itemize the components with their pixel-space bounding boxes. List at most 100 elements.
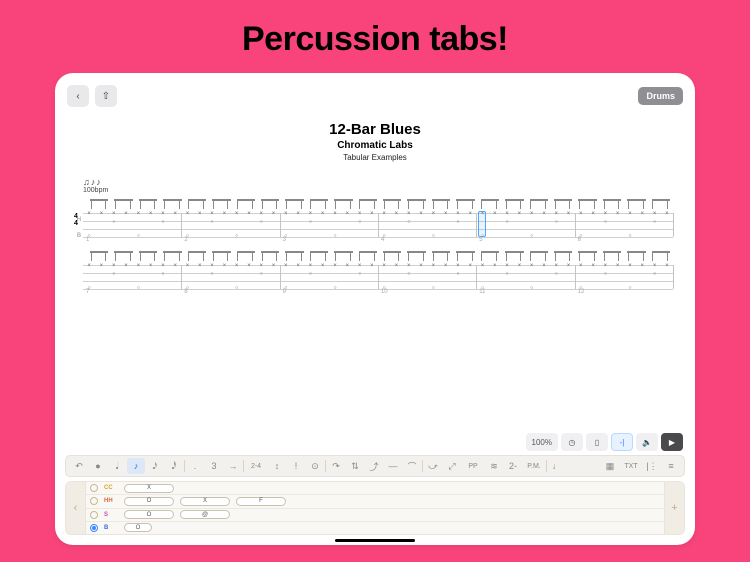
hihat-note[interactable]: × bbox=[542, 211, 546, 217]
hihat-note[interactable]: × bbox=[321, 211, 325, 217]
toolbar-item[interactable]: ⤻ bbox=[424, 458, 442, 474]
hihat-note[interactable]: × bbox=[468, 211, 472, 217]
note-pill[interactable]: O bbox=[124, 497, 174, 506]
hihat-note[interactable]: × bbox=[407, 263, 411, 269]
kick-note[interactable]: ○ bbox=[137, 233, 140, 239]
note-pill[interactable]: O bbox=[124, 510, 174, 519]
editor-add-lane[interactable]: + bbox=[664, 482, 684, 534]
drum-lane-s[interactable]: SO@ bbox=[86, 509, 664, 522]
clock-icon[interactable]: ◷ bbox=[561, 433, 583, 451]
hihat-note[interactable]: × bbox=[665, 263, 669, 269]
hihat-note[interactable]: × bbox=[419, 211, 423, 217]
share-button[interactable]: ⇧ bbox=[95, 85, 117, 107]
hihat-note[interactable]: × bbox=[530, 263, 534, 269]
drum-lane-hh[interactable]: HHOXF bbox=[86, 495, 664, 508]
toolbar-item[interactable]: ⤴ bbox=[365, 458, 383, 474]
hihat-note[interactable]: × bbox=[665, 211, 669, 217]
snare-note[interactable]: ○ bbox=[653, 271, 656, 277]
snare-note[interactable]: ○ bbox=[506, 219, 509, 225]
hihat-note[interactable]: × bbox=[309, 211, 313, 217]
toolbar-item[interactable]: 𝅘𝅥𝅯 bbox=[146, 458, 164, 474]
snare-note[interactable]: ○ bbox=[456, 219, 459, 225]
hihat-note[interactable]: × bbox=[554, 263, 558, 269]
hihat-note[interactable]: × bbox=[641, 211, 645, 217]
hihat-note[interactable]: × bbox=[173, 211, 177, 217]
note-pill[interactable]: O bbox=[124, 523, 152, 532]
snare-note[interactable]: ○ bbox=[211, 219, 214, 225]
toolbar-item[interactable]: → bbox=[224, 458, 242, 474]
hihat-note[interactable]: × bbox=[296, 263, 300, 269]
editor-scroll-left[interactable]: ‹ bbox=[66, 482, 86, 534]
hihat-note[interactable]: × bbox=[432, 263, 436, 269]
hihat-note[interactable]: × bbox=[456, 263, 460, 269]
toolbar-item[interactable]: ↶ bbox=[70, 458, 88, 474]
hihat-note[interactable]: × bbox=[616, 211, 620, 217]
toolbar-item[interactable]: ↕ bbox=[268, 458, 286, 474]
note-pill[interactable]: F bbox=[236, 497, 286, 506]
kick-note[interactable]: ○ bbox=[530, 233, 533, 239]
hihat-note[interactable]: × bbox=[567, 263, 571, 269]
hihat-note[interactable]: × bbox=[112, 263, 116, 269]
snare-note[interactable]: ○ bbox=[604, 271, 607, 277]
hihat-note[interactable]: × bbox=[333, 211, 337, 217]
note-pill[interactable]: X bbox=[124, 484, 174, 493]
speaker-icon[interactable]: 🔈 bbox=[636, 433, 658, 451]
snare-note[interactable]: ○ bbox=[112, 271, 115, 277]
toolbar-item[interactable]: ↷ bbox=[327, 458, 345, 474]
hihat-note[interactable]: × bbox=[296, 211, 300, 217]
kick-note[interactable]: ○ bbox=[628, 285, 631, 291]
kick-note[interactable]: ○ bbox=[530, 285, 533, 291]
toolbar-item[interactable]: 𝅘𝅥𝅰 bbox=[165, 458, 183, 474]
hihat-note[interactable]: × bbox=[124, 211, 128, 217]
hihat-note[interactable]: × bbox=[87, 263, 91, 269]
lane-radio[interactable] bbox=[90, 484, 98, 492]
hihat-note[interactable]: × bbox=[284, 211, 288, 217]
hihat-note[interactable]: × bbox=[358, 211, 362, 217]
hihat-note[interactable]: × bbox=[444, 263, 448, 269]
hihat-note[interactable]: × bbox=[432, 211, 436, 217]
tab-system-1[interactable]: 44 H B ×○××○××○××○××○××○××○××○××○××○××○×… bbox=[83, 199, 673, 241]
hihat-note[interactable]: × bbox=[591, 263, 595, 269]
hihat-note[interactable]: × bbox=[493, 211, 497, 217]
zoom-level[interactable]: 100% bbox=[526, 433, 558, 451]
hihat-note[interactable]: × bbox=[284, 263, 288, 269]
hihat-note[interactable]: × bbox=[530, 211, 534, 217]
hihat-note[interactable]: × bbox=[149, 211, 153, 217]
toolbar-item[interactable]: ⌒ bbox=[403, 458, 421, 474]
note-pill[interactable]: X bbox=[180, 497, 230, 506]
hihat-note[interactable]: × bbox=[628, 211, 632, 217]
hihat-note[interactable]: × bbox=[235, 211, 239, 217]
hihat-note[interactable]: × bbox=[223, 211, 227, 217]
hihat-note[interactable]: × bbox=[346, 263, 350, 269]
hihat-note[interactable]: × bbox=[579, 263, 583, 269]
hihat-note[interactable]: × bbox=[137, 211, 141, 217]
hihat-note[interactable]: × bbox=[223, 263, 227, 269]
lane-radio[interactable] bbox=[90, 511, 98, 519]
hihat-note[interactable]: × bbox=[186, 211, 190, 217]
hihat-note[interactable]: × bbox=[100, 211, 104, 217]
hihat-note[interactable]: × bbox=[272, 211, 276, 217]
hihat-note[interactable]: × bbox=[604, 211, 608, 217]
hihat-note[interactable]: × bbox=[554, 211, 558, 217]
hihat-note[interactable]: × bbox=[358, 263, 362, 269]
hihat-note[interactable]: × bbox=[370, 263, 374, 269]
snare-note[interactable]: ○ bbox=[260, 219, 263, 225]
snare-note[interactable]: ○ bbox=[407, 271, 410, 277]
toolbar-item[interactable]: ♪ bbox=[127, 458, 145, 474]
hihat-note[interactable]: × bbox=[210, 211, 214, 217]
hihat-note[interactable]: × bbox=[247, 263, 251, 269]
metronome-icon[interactable]: ▯ bbox=[586, 433, 608, 451]
toolbar-item[interactable]: |⋮ bbox=[643, 458, 661, 474]
hihat-note[interactable]: × bbox=[210, 263, 214, 269]
kick-note[interactable]: ○ bbox=[235, 285, 238, 291]
hihat-note[interactable]: × bbox=[395, 263, 399, 269]
hihat-note[interactable]: × bbox=[518, 263, 522, 269]
hihat-note[interactable]: × bbox=[235, 263, 239, 269]
toolbar-item[interactable]: 2- bbox=[504, 458, 522, 474]
kick-note[interactable]: ○ bbox=[333, 233, 336, 239]
hihat-note[interactable]: × bbox=[161, 211, 165, 217]
hihat-note[interactable]: × bbox=[370, 211, 374, 217]
toolbar-item[interactable]: 2-4 bbox=[245, 458, 267, 474]
toolbar-item[interactable]: ● bbox=[89, 458, 107, 474]
lane-radio[interactable] bbox=[90, 524, 98, 532]
